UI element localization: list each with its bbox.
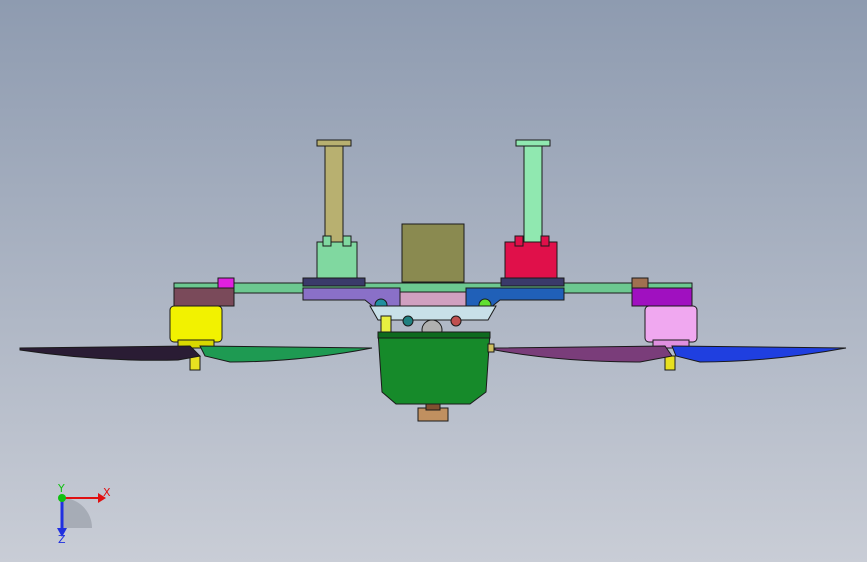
z-axis-label: Z [58,533,66,546]
gimbal-latch [380,315,392,333]
left-bracket-marker [217,277,235,289]
model-canvas[interactable]: X Y Z [0,0,867,562]
y-axis-label: Y [57,482,65,495]
payload-body-rim [377,331,491,339]
payload-body[interactable] [377,331,491,405]
left-clamp-tab-a [322,235,332,247]
x-axis-label: X [103,486,111,499]
left-clamp-tab-b [342,235,352,247]
right-clamp-tab-a [514,235,524,247]
left-plate-top [302,277,366,287]
payload-bottom-neck [425,403,441,411]
gimbal-gear-right [450,315,462,327]
left-motor-can [169,305,223,343]
left-mast-post [324,145,344,247]
right-clamp-tab-b [540,235,550,247]
right-plate-top [500,277,565,287]
cad-viewport[interactable]: X Y Z [0,0,867,562]
right-motor-shaft [664,355,676,371]
right-motor-can [644,305,698,343]
right-bracket-marker [631,277,649,289]
y-axis-dot-icon [58,494,66,502]
left-arm-bracket[interactable] [173,287,235,307]
battery-block[interactable] [401,223,465,283]
right-clamp[interactable] [504,235,558,279]
payload-side-port [487,343,495,353]
hub-cover [399,291,467,307]
right-mast-cap [515,139,551,147]
right-mast-post [523,145,543,247]
right-arm-bracket[interactable] [631,287,693,307]
gimbal-gear-left [402,315,414,327]
right-clamp-body [504,241,558,279]
left-clamp[interactable] [316,235,358,279]
left-motor-shaft [189,355,201,371]
left-clamp-body [316,241,358,279]
left-mast-cap [316,139,352,147]
